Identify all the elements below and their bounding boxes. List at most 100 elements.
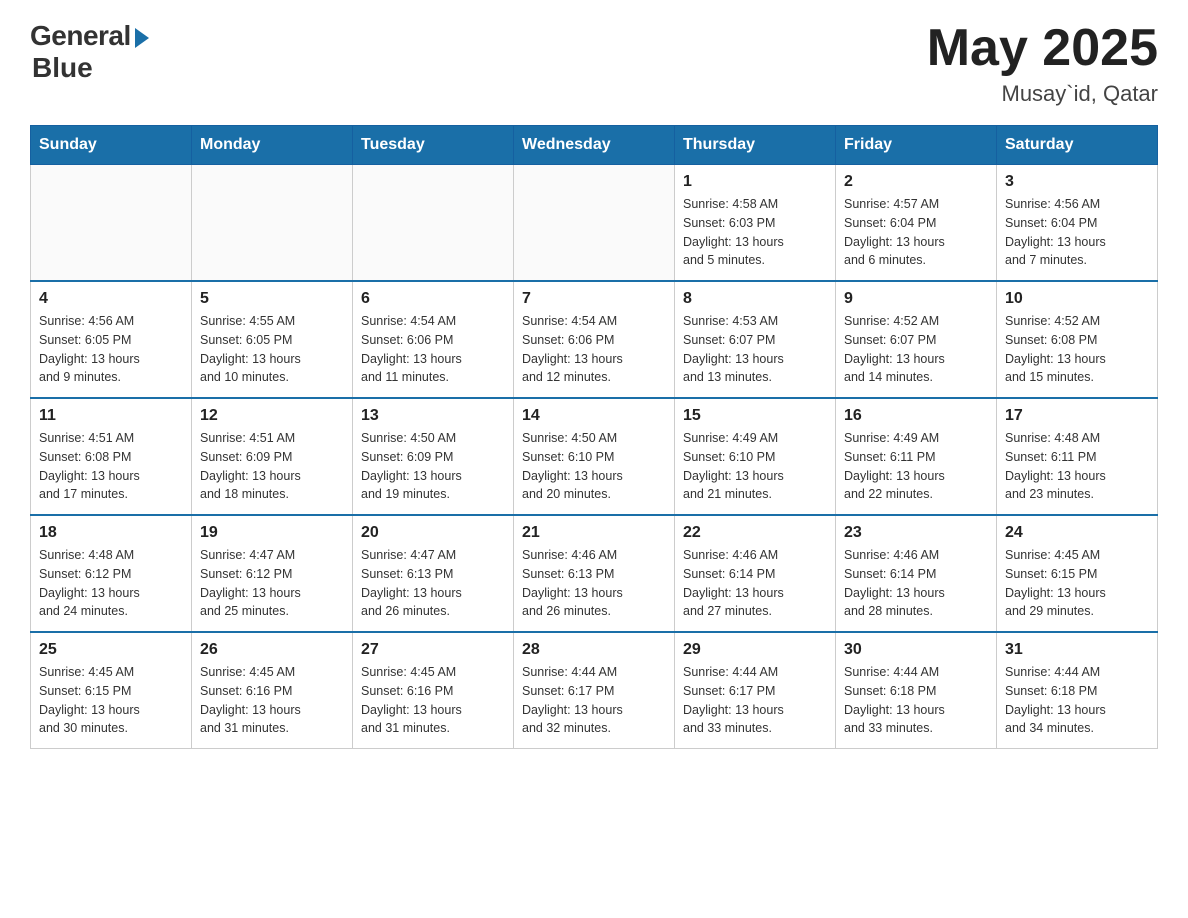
day-number: 17 (1005, 407, 1149, 425)
table-row: 22Sunrise: 4:46 AMSunset: 6:14 PMDayligh… (675, 515, 836, 632)
subtitle: Musay`id, Qatar (927, 81, 1158, 107)
calendar-header-row: Sunday Monday Tuesday Wednesday Thursday… (31, 126, 1158, 165)
day-number: 25 (39, 641, 183, 659)
day-number: 11 (39, 407, 183, 425)
day-info: Sunrise: 4:54 AMSunset: 6:06 PMDaylight:… (361, 312, 505, 387)
day-number: 31 (1005, 641, 1149, 659)
day-number: 15 (683, 407, 827, 425)
logo: General Blue (30, 20, 149, 84)
logo-blue-label: Blue (32, 52, 93, 84)
day-info: Sunrise: 4:44 AMSunset: 6:17 PMDaylight:… (683, 663, 827, 738)
day-info: Sunrise: 4:44 AMSunset: 6:17 PMDaylight:… (522, 663, 666, 738)
day-info: Sunrise: 4:49 AMSunset: 6:11 PMDaylight:… (844, 429, 988, 504)
day-info: Sunrise: 4:58 AMSunset: 6:03 PMDaylight:… (683, 195, 827, 270)
day-info: Sunrise: 4:47 AMSunset: 6:12 PMDaylight:… (200, 546, 344, 621)
table-row: 21 Sunrise: 4:46 AMSunset: 6:13 PMDayligh… (514, 515, 675, 632)
day-number: 6 (361, 290, 505, 308)
calendar-row: 18 Sunrise: 4:48 AMSunset: 6:12 PMDayligh… (31, 515, 1158, 632)
day-info: Sunrise: 4:56 AMSunset: 6:05 PMDaylight:… (39, 312, 183, 387)
col-saturday: Saturday (997, 126, 1158, 165)
table-row: 11 Sunrise: 4:51 AMSunset: 6:08 PMDayligh… (31, 398, 192, 515)
table-row: 1 Sunrise: 4:58 AMSunset: 6:03 PMDaylight… (675, 165, 836, 282)
table-row: 25 Sunrise: 4:45 AMSunset: 6:15 PMDayligh… (31, 632, 192, 749)
day-info: Sunrise: 4:55 AMSunset: 6:05 PMDaylight:… (200, 312, 344, 387)
day-info: Sunrise: 4:48 AMSunset: 6:12 PMDaylight:… (39, 546, 183, 621)
day-number: 4 (39, 290, 183, 308)
calendar-row: 25 Sunrise: 4:45 AMSunset: 6:15 PMDayligh… (31, 632, 1158, 749)
col-monday: Monday (192, 126, 353, 165)
day-info: Sunrise: 4:45 AMSunset: 6:16 PMDaylight:… (361, 663, 505, 738)
day-number: 8 (683, 290, 827, 308)
day-number: 30 (844, 641, 988, 659)
day-number: 13 (361, 407, 505, 425)
calendar-row: 11 Sunrise: 4:51 AMSunset: 6:08 PMDayligh… (31, 398, 1158, 515)
day-number: 23 (844, 524, 988, 542)
table-row: 29 Sunrise: 4:44 AMSunset: 6:17 PMDayligh… (675, 632, 836, 749)
table-row: 12 Sunrise: 4:51 AMSunset: 6:09 PMDayligh… (192, 398, 353, 515)
day-number: 2 (844, 173, 988, 191)
day-number: 14 (522, 407, 666, 425)
logo-general-text: General (30, 20, 131, 52)
table-row: 16 Sunrise: 4:49 AMSunset: 6:11 PMDayligh… (836, 398, 997, 515)
table-row: 26Sunrise: 4:45 AMSunset: 6:16 PMDayligh… (192, 632, 353, 749)
day-number: 9 (844, 290, 988, 308)
day-number: 20 (361, 524, 505, 542)
day-info: Sunrise: 4:51 AMSunset: 6:08 PMDaylight:… (39, 429, 183, 504)
table-row: 27 Sunrise: 4:45 AMSunset: 6:16 PMDayligh… (353, 632, 514, 749)
day-number: 27 (361, 641, 505, 659)
table-row: 2 Sunrise: 4:57 AMSunset: 6:04 PMDaylight… (836, 165, 997, 282)
day-number: 18 (39, 524, 183, 542)
day-number: 21 (522, 524, 666, 542)
day-number: 16 (844, 407, 988, 425)
day-info: Sunrise: 4:45 AMSunset: 6:15 PMDaylight:… (39, 663, 183, 738)
table-row: 4 Sunrise: 4:56 AMSunset: 6:05 PMDaylight… (31, 281, 192, 398)
day-info: Sunrise: 4:54 AMSunset: 6:06 PMDaylight:… (522, 312, 666, 387)
col-friday: Friday (836, 126, 997, 165)
table-row: 3 Sunrise: 4:56 AMSunset: 6:04 PMDaylight… (997, 165, 1158, 282)
col-tuesday: Tuesday (353, 126, 514, 165)
col-wednesday: Wednesday (514, 126, 675, 165)
day-info: Sunrise: 4:45 AMSunset: 6:16 PMDaylight:… (200, 663, 344, 738)
table-row: 6 Sunrise: 4:54 AMSunset: 6:06 PMDaylight… (353, 281, 514, 398)
day-info: Sunrise: 4:46 AMSunset: 6:14 PMDaylight:… (844, 546, 988, 621)
table-row: 8 Sunrise: 4:53 AMSunset: 6:07 PMDaylight… (675, 281, 836, 398)
logo-arrow-icon (135, 28, 149, 48)
day-info: Sunrise: 4:47 AMSunset: 6:13 PMDaylight:… (361, 546, 505, 621)
day-info: Sunrise: 4:51 AMSunset: 6:09 PMDaylight:… (200, 429, 344, 504)
day-info: Sunrise: 4:46 AMSunset: 6:14 PMDaylight:… (683, 546, 827, 621)
day-info: Sunrise: 4:44 AMSunset: 6:18 PMDaylight:… (844, 663, 988, 738)
table-row: 31Sunrise: 4:44 AMSunset: 6:18 PMDayligh… (997, 632, 1158, 749)
col-thursday: Thursday (675, 126, 836, 165)
table-row: 5 Sunrise: 4:55 AMSunset: 6:05 PMDaylight… (192, 281, 353, 398)
day-info: Sunrise: 4:52 AMSunset: 6:08 PMDaylight:… (1005, 312, 1149, 387)
main-title: May 2025 (927, 20, 1158, 77)
table-row: 30 Sunrise: 4:44 AMSunset: 6:18 PMDayligh… (836, 632, 997, 749)
day-info: Sunrise: 4:49 AMSunset: 6:10 PMDaylight:… (683, 429, 827, 504)
table-row: 10 Sunrise: 4:52 AMSunset: 6:08 PMDayligh… (997, 281, 1158, 398)
day-number: 3 (1005, 173, 1149, 191)
day-number: 1 (683, 173, 827, 191)
table-row: 14Sunrise: 4:50 AMSunset: 6:10 PMDayligh… (514, 398, 675, 515)
day-number: 28 (522, 641, 666, 659)
table-row: 15 Sunrise: 4:49 AMSunset: 6:10 PMDayligh… (675, 398, 836, 515)
calendar-row: 1 Sunrise: 4:58 AMSunset: 6:03 PMDaylight… (31, 165, 1158, 282)
table-row: 7 Sunrise: 4:54 AMSunset: 6:06 PMDaylight… (514, 281, 675, 398)
table-row: 17Sunrise: 4:48 AMSunset: 6:11 PMDayligh… (997, 398, 1158, 515)
day-info: Sunrise: 4:53 AMSunset: 6:07 PMDaylight:… (683, 312, 827, 387)
day-number: 29 (683, 641, 827, 659)
table-row (514, 165, 675, 282)
table-row (353, 165, 514, 282)
day-info: Sunrise: 4:56 AMSunset: 6:04 PMDaylight:… (1005, 195, 1149, 270)
day-number: 19 (200, 524, 344, 542)
table-row: 23 Sunrise: 4:46 AMSunset: 6:14 PMDayligh… (836, 515, 997, 632)
table-row: 9Sunrise: 4:52 AMSunset: 6:07 PMDaylight… (836, 281, 997, 398)
day-number: 5 (200, 290, 344, 308)
table-row: 28 Sunrise: 4:44 AMSunset: 6:17 PMDayligh… (514, 632, 675, 749)
table-row: 19 Sunrise: 4:47 AMSunset: 6:12 PMDayligh… (192, 515, 353, 632)
day-number: 12 (200, 407, 344, 425)
calendar-table: Sunday Monday Tuesday Wednesday Thursday… (30, 125, 1158, 749)
day-number: 10 (1005, 290, 1149, 308)
day-info: Sunrise: 4:46 AMSunset: 6:13 PMDaylight:… (522, 546, 666, 621)
day-info: Sunrise: 4:57 AMSunset: 6:04 PMDaylight:… (844, 195, 988, 270)
day-number: 7 (522, 290, 666, 308)
